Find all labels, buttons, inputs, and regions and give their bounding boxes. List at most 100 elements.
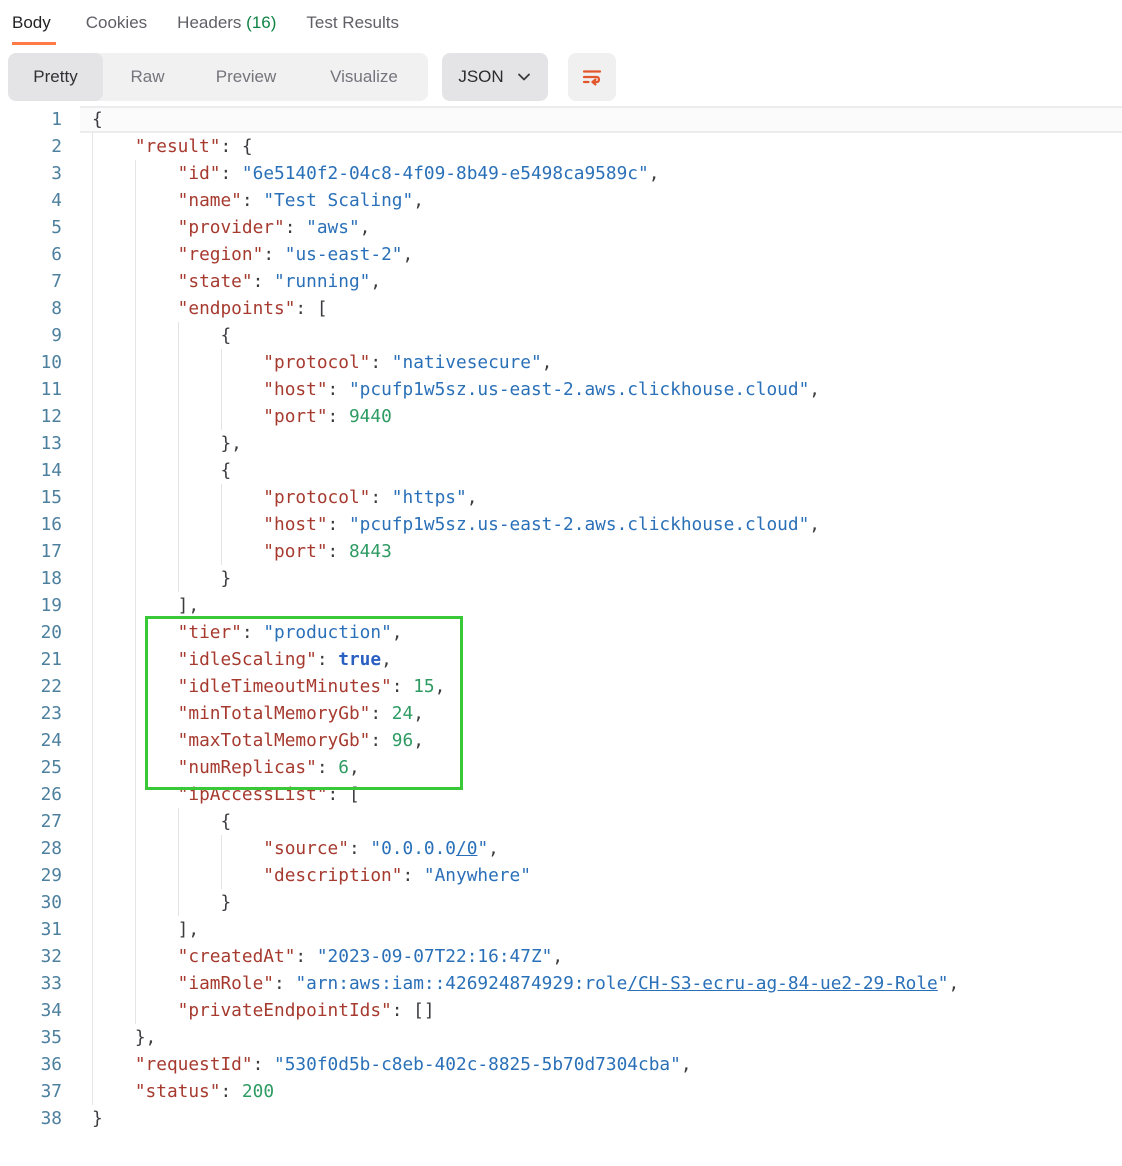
line-number: 2 (0, 133, 62, 160)
line-number: 32 (0, 943, 62, 970)
line-number: 33 (0, 970, 62, 997)
code-line: 25 "numReplicas": 6, (0, 754, 1122, 781)
tab-test-results[interactable]: Test Results (306, 8, 399, 38)
code-line: 13 }, (0, 430, 1122, 457)
line-number: 16 (0, 511, 62, 538)
code-text: "iamRole": "arn:aws:iam::426924874929:ro… (92, 970, 959, 997)
code-text: "protocol": "nativesecure", (92, 349, 552, 376)
code-text: "host": "pcufp1w5sz.us-east-2.aws.clickh… (92, 376, 820, 403)
line-number: 21 (0, 646, 62, 673)
line-number: 22 (0, 673, 62, 700)
line-number: 26 (0, 781, 62, 808)
code-text: "createdAt": "2023-09-07T22:16:47Z", (92, 943, 563, 970)
line-number: 8 (0, 295, 62, 322)
wrap-lines-icon (580, 65, 604, 89)
code-text: "status": 200 (92, 1078, 274, 1105)
line-number: 36 (0, 1051, 62, 1078)
line-number: 10 (0, 349, 62, 376)
line-number: 35 (0, 1024, 62, 1051)
line-number: 11 (0, 376, 62, 403)
code-text: "protocol": "https", (92, 484, 477, 511)
code-line: 6 "region": "us-east-2", (0, 241, 1122, 268)
code-line: 23 "minTotalMemoryGb": 24, (0, 700, 1122, 727)
tab-cookies[interactable]: Cookies (86, 8, 147, 38)
line-number: 38 (0, 1105, 62, 1132)
line-number: 20 (0, 619, 62, 646)
code-text: "minTotalMemoryGb": 24, (92, 700, 424, 727)
code-line: 21 "idleScaling": true, (0, 646, 1122, 673)
headers-count-badge: (16) (246, 13, 276, 32)
code-text: "host": "pcufp1w5sz.us-east-2.aws.clickh… (92, 511, 820, 538)
view-visualize-button[interactable]: Visualize (300, 53, 428, 101)
view-preview-button[interactable]: Preview (192, 53, 300, 101)
line-number: 29 (0, 862, 62, 889)
code-line: 18 } (0, 565, 1122, 592)
code-text: ], (92, 916, 199, 943)
line-number: 19 (0, 592, 62, 619)
code-text: "endpoints": [ (92, 295, 328, 322)
line-number: 28 (0, 835, 62, 862)
code-text: }, (92, 430, 242, 457)
code-text: "requestId": "530f0d5b-c8eb-402c-8825-5b… (92, 1051, 692, 1078)
code-text: "description": "Anywhere" (92, 862, 531, 889)
code-text: "maxTotalMemoryGb": 96, (92, 727, 424, 754)
view-pretty-button[interactable]: Pretty (8, 53, 103, 101)
line-number: 1 (0, 106, 62, 133)
tab-headers[interactable]: Headers (16) (177, 8, 276, 38)
code-line: 31 ], (0, 916, 1122, 943)
code-line: 16 "host": "pcufp1w5sz.us-east-2.aws.cli… (0, 511, 1122, 538)
line-number: 37 (0, 1078, 62, 1105)
code-line: 30 } (0, 889, 1122, 916)
code-text: ], (92, 592, 199, 619)
code-text: }, (92, 1024, 156, 1051)
line-number: 18 (0, 565, 62, 592)
code-line: 12 "port": 9440 (0, 403, 1122, 430)
code-text: "result": { (92, 133, 253, 160)
view-mode-group: Pretty Raw Preview Visualize (8, 53, 428, 101)
body-view-toolbar: Pretty Raw Preview Visualize JSON (8, 53, 1122, 101)
code-text: } (92, 1105, 103, 1132)
code-text: { (92, 106, 103, 133)
code-text: "source": "0.0.0.0/0", (92, 835, 499, 862)
format-dropdown[interactable]: JSON (442, 53, 548, 101)
line-number: 6 (0, 241, 62, 268)
code-line: 22 "idleTimeoutMinutes": 15, (0, 673, 1122, 700)
code-line: 7 "state": "running", (0, 268, 1122, 295)
code-line: 11 "host": "pcufp1w5sz.us-east-2.aws.cli… (0, 376, 1122, 403)
code-line: 34 "privateEndpointIds": [] (0, 997, 1122, 1024)
code-text: "tier": "production", (92, 619, 403, 646)
code-line: 28 "source": "0.0.0.0/0", (0, 835, 1122, 862)
code-text: } (92, 889, 231, 916)
line-number: 34 (0, 997, 62, 1024)
wrap-lines-button[interactable] (568, 53, 616, 101)
code-line: 36 "requestId": "530f0d5b-c8eb-402c-8825… (0, 1051, 1122, 1078)
code-text: "port": 9440 (92, 403, 392, 430)
code-line: 37 "status": 200 (0, 1078, 1122, 1105)
code-text: "privateEndpointIds": [] (92, 997, 435, 1024)
line-number: 30 (0, 889, 62, 916)
code-line: 8 "endpoints": [ (0, 295, 1122, 322)
line-number: 23 (0, 700, 62, 727)
line-number: 15 (0, 484, 62, 511)
code-text: "ipAccessList": [ (92, 781, 360, 808)
line-number: 7 (0, 268, 62, 295)
code-text: "id": "6e5140f2-04c8-4f09-8b49-e5498ca95… (92, 160, 659, 187)
code-line: 33 "iamRole": "arn:aws:iam::426924874929… (0, 970, 1122, 997)
code-line: 14 { (0, 457, 1122, 484)
response-body-editor[interactable]: 1{2 "result": {3 "id": "6e5140f2-04c8-4f… (0, 106, 1122, 1132)
tab-test-results-label: Test Results (306, 13, 399, 32)
code-text: { (92, 808, 231, 835)
line-number: 31 (0, 916, 62, 943)
code-text: "port": 8443 (92, 538, 392, 565)
tab-cookies-label: Cookies (86, 13, 147, 32)
code-lines: 1{2 "result": {3 "id": "6e5140f2-04c8-4f… (0, 106, 1122, 1132)
view-raw-button[interactable]: Raw (103, 53, 192, 101)
line-number: 24 (0, 727, 62, 754)
line-number: 12 (0, 403, 62, 430)
tab-body[interactable]: Body (12, 8, 56, 45)
code-text: "region": "us-east-2", (92, 241, 413, 268)
code-text: { (92, 322, 231, 349)
format-dropdown-label: JSON (458, 67, 503, 87)
code-text: "idleScaling": true, (92, 646, 392, 673)
code-line: 5 "provider": "aws", (0, 214, 1122, 241)
